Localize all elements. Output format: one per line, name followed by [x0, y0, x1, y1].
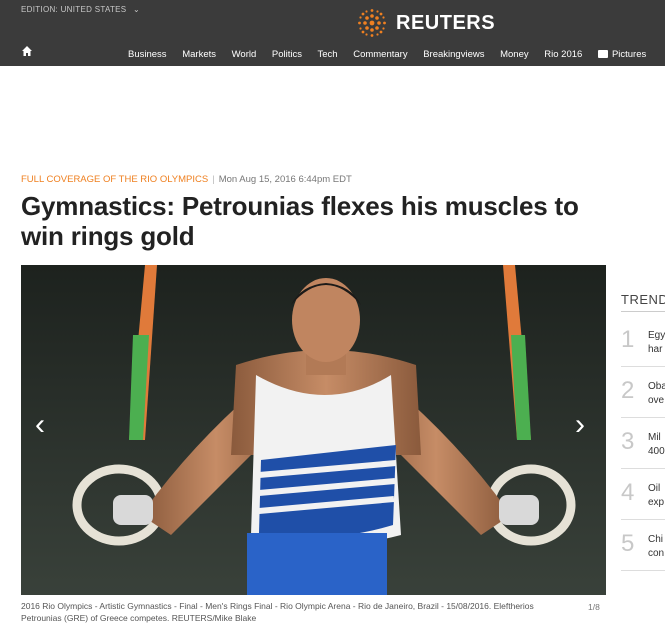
- chevron-left-icon[interactable]: ‹: [35, 410, 45, 440]
- trending-headline: Oil exp: [648, 482, 664, 510]
- camera-icon: [597, 50, 608, 58]
- section-link[interactable]: FULL COVERAGE OF THE RIO OLYMPICS: [21, 174, 208, 185]
- site-header: EDITION: UNITED STATES ⌄ REUTERS Busines…: [0, 0, 665, 66]
- reuters-logo[interactable]: REUTERS: [356, 7, 495, 39]
- gymnast-photo: [21, 265, 606, 595]
- nav-item-pictures-label: Pictures: [611, 49, 647, 60]
- trending-line: har: [648, 344, 663, 355]
- main-nav: Business Markets World Politics Tech Com…: [128, 49, 659, 60]
- trending-line: ove: [648, 395, 665, 406]
- nav-item-money[interactable]: Money: [500, 49, 529, 60]
- edition-label: EDITION:: [21, 5, 59, 14]
- nav-item-politics[interactable]: Politics: [272, 49, 302, 60]
- nav-item-pictures[interactable]: Pictures: [597, 49, 647, 60]
- trending-divider: [621, 311, 665, 312]
- meta-separator: |: [212, 174, 215, 185]
- trending-headline: Egy har: [648, 329, 665, 357]
- nav-item-breakingviews[interactable]: Breakingviews: [423, 49, 484, 60]
- trending-headline: Chi con: [648, 533, 664, 561]
- trending-line: 400: [648, 446, 665, 457]
- trending-line: Egy: [648, 330, 665, 341]
- nav-item-world[interactable]: World: [232, 49, 257, 60]
- article-meta: FULL COVERAGE OF THE RIO OLYMPICS | Mon Au…: [21, 174, 352, 185]
- nav-item-markets[interactable]: Markets: [182, 49, 216, 60]
- trending-line: Oba: [648, 381, 665, 392]
- reuters-logo-icon: [358, 9, 386, 37]
- trending-rank: 3: [621, 428, 635, 455]
- trending-line: Mil: [648, 432, 661, 443]
- trending-rank: 1: [621, 326, 635, 353]
- trending-rank: 4: [621, 479, 635, 506]
- edition-selector[interactable]: EDITION: UNITED STATES ⌄: [21, 5, 140, 14]
- trending-headline: Mil 400: [648, 431, 665, 459]
- nav-item-commentary[interactable]: Commentary: [353, 49, 407, 60]
- nav-item-business[interactable]: Business: [128, 49, 167, 60]
- nav-item-rio-2016[interactable]: Rio 2016: [544, 49, 582, 60]
- trending-title: TRENDING: [621, 292, 665, 307]
- trending-item[interactable]: 1 Egy har: [621, 316, 665, 367]
- trending-item[interactable]: 3 Mil 400: [621, 418, 665, 469]
- trending-item[interactable]: 5 Chi con: [621, 520, 665, 571]
- trending-line: con: [648, 548, 665, 559]
- chevron-right-icon[interactable]: ›: [575, 410, 585, 440]
- brand-wordmark: REUTERS: [396, 11, 496, 34]
- trending-headline: Oba ove: [648, 380, 665, 408]
- nav-item-tech[interactable]: Tech: [317, 49, 337, 60]
- slideshow-image[interactable]: [21, 265, 606, 595]
- chevron-down-icon: ⌄: [132, 5, 140, 14]
- trending-item[interactable]: 2 Oba ove: [621, 367, 665, 418]
- trending-line: exp: [648, 497, 665, 508]
- photo-caption: 2016 Rio Olympics - Artistic Gymnastics …: [21, 601, 534, 623]
- trending-item[interactable]: 4 Oil exp: [621, 469, 665, 520]
- trending-line: Oil: [648, 483, 661, 494]
- slide-counter: 1/8: [588, 602, 600, 612]
- edition-value: UNITED STATES: [60, 5, 127, 14]
- trending-rank: 2: [621, 377, 635, 404]
- trending-rank: 5: [621, 530, 635, 557]
- trending-line: Chi: [648, 534, 664, 545]
- article-headline: Gymnastics: Petrounias flexes his muscle…: [21, 191, 579, 251]
- home-icon[interactable]: [21, 45, 33, 57]
- article-date: Mon Aug 15, 2016 6:44pm EDT: [218, 174, 352, 185]
